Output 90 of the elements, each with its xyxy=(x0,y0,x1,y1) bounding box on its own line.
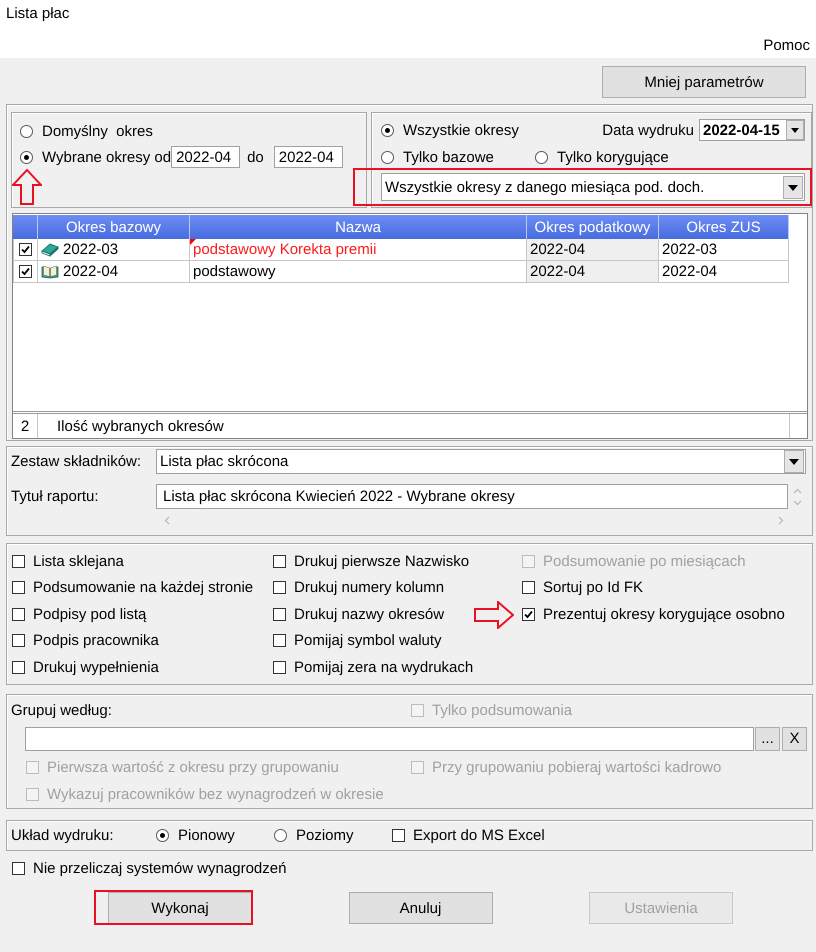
checkbox-label: Podsumowanie na każdej stronie xyxy=(33,579,254,596)
radio-label: Tylko bazowe xyxy=(403,148,494,166)
checkbox-label: Drukuj numery kolumn xyxy=(294,579,444,596)
checkbox-label: Nie przeliczaj systemów wynagrodzeń xyxy=(33,860,286,878)
clear-button[interactable]: X xyxy=(782,726,807,750)
header-corner-cell xyxy=(13,215,38,239)
caret-icon xyxy=(784,450,804,473)
report-title-label: Tytuł raportu: xyxy=(11,488,100,505)
period-to-field[interactable]: 2022-04 xyxy=(274,146,343,168)
checkbox-label: Wykazuj pracowników bez wynagrodzeń w okresie xyxy=(47,786,384,803)
book-icon xyxy=(41,242,59,257)
checkbox-label: Prezentuj okresy korygujące osobno xyxy=(543,606,785,623)
window-title: Lista płac xyxy=(6,5,70,23)
checkbox-label: Lista sklejana xyxy=(33,552,124,570)
checkbox-label: Pomijaj zera na wydrukach xyxy=(294,658,474,676)
column-header[interactable]: Okres podatkowy xyxy=(527,215,659,239)
checkbox-label: Drukuj nazwy okresów xyxy=(294,606,444,623)
checkbox-label: Przy grupowaniu pobieraj wartości kadrowo xyxy=(432,759,722,776)
checkbox-label: Pomijaj symbol waluty xyxy=(294,632,442,650)
checkbox[interactable] xyxy=(273,554,286,568)
checkbox[interactable] xyxy=(273,634,286,648)
table-cell: 2022-04 xyxy=(63,263,118,280)
radio-button[interactable] xyxy=(20,124,33,138)
checkbox[interactable] xyxy=(273,581,286,594)
radio-label: Tylko korygujące xyxy=(557,148,669,166)
checkbox-label: Podsumowanie po miesiącach xyxy=(543,552,746,570)
radio-label: Wszystkie okresy xyxy=(403,122,519,138)
radio-label: Wybrane okresy od xyxy=(42,148,172,166)
caret-icon xyxy=(786,120,804,140)
table-cell: podstawowy Korekta premii xyxy=(193,241,376,258)
radio-label: Poziomy xyxy=(296,826,354,844)
checkbox-label: Sortuj po Id FK xyxy=(543,579,644,596)
radio-button[interactable] xyxy=(381,124,394,136)
table-cell: 2022-04 xyxy=(527,261,659,283)
row-checkbox[interactable] xyxy=(19,243,32,256)
print-layout-label: Układ wydruku: xyxy=(11,826,115,844)
print-date-dropdown[interactable]: 2022-04-15 xyxy=(699,119,805,141)
checkbox[interactable] xyxy=(273,660,286,674)
radio-button[interactable] xyxy=(274,828,287,842)
run-button[interactable]: Wykonaj xyxy=(108,892,252,924)
checkbox[interactable] xyxy=(12,862,25,876)
grouping-field[interactable] xyxy=(25,726,754,750)
table-cell: 2022-04 xyxy=(527,239,659,261)
report-title-field[interactable]: Lista płac skrócona Kwiecień 2022 - Wybrane okresy xyxy=(156,484,788,509)
checkbox[interactable] xyxy=(12,634,25,648)
checkbox[interactable] xyxy=(522,581,535,594)
corner-marker-icon xyxy=(190,239,196,245)
caret-icon xyxy=(783,176,803,198)
range-separator-label: do xyxy=(247,148,264,166)
checkbox-label: Drukuj wypełnienia xyxy=(33,658,159,676)
checkbox[interactable] xyxy=(12,608,25,621)
browse-button[interactable]: ... xyxy=(755,726,780,750)
checkbox[interactable] xyxy=(12,554,25,568)
radio-label: Pionowy xyxy=(178,826,235,844)
table-cell: 2022-03 xyxy=(659,239,789,261)
count-cell: 2 xyxy=(13,414,38,438)
checkbox-label: Podpis pracownika xyxy=(33,632,159,650)
checkbox-label: Pierwsza wartość z okresu przy grupowaniu xyxy=(47,759,339,776)
checkbox-label: Drukuj pierwsze Nazwisko xyxy=(294,552,470,570)
checkbox[interactable] xyxy=(12,581,25,594)
checkbox[interactable] xyxy=(392,828,405,842)
column-header[interactable]: Okres ZUS xyxy=(659,215,789,239)
row-checkbox[interactable] xyxy=(19,265,32,278)
table-cell: 2022-04 xyxy=(659,261,789,283)
fewer-parameters-button[interactable]: Mniej parametrów xyxy=(602,66,806,98)
radio-button[interactable] xyxy=(381,150,394,164)
checkbox[interactable] xyxy=(522,608,535,621)
grouping-label: Grupuj według: xyxy=(11,702,112,720)
checkbox[interactable] xyxy=(12,660,25,674)
checkbox-label: Podpisy pod listą xyxy=(33,606,146,623)
column-header[interactable]: Okres bazowy xyxy=(38,215,190,239)
print-date-label: Data wydruku xyxy=(602,122,694,138)
checkbox-label: Export do MS Excel xyxy=(413,826,545,844)
period-from-field[interactable]: 2022-04 xyxy=(171,146,240,168)
radio-button[interactable] xyxy=(535,150,548,164)
help-menu-item[interactable]: Pomoc xyxy=(763,37,810,55)
table-cell: podstawowy xyxy=(193,263,276,280)
table-cell: 2022-03 xyxy=(63,241,118,258)
checkbox[interactable] xyxy=(273,608,286,621)
open-book-icon xyxy=(41,264,59,279)
radio-button[interactable] xyxy=(156,828,169,842)
column-header[interactable]: Nazwa xyxy=(190,215,527,239)
radio-button[interactable] xyxy=(20,150,33,164)
scope-dropdown[interactable]: Wszystkie okresy z danego miesiąca pod. doch. xyxy=(381,173,805,201)
footer-label: Ilość wybranych okresów xyxy=(38,414,790,438)
radio-label: Domyślny okres xyxy=(42,122,153,140)
cancel-button[interactable]: Anuluj xyxy=(348,892,492,924)
component-set-dropdown[interactable]: Lista płac skrócona xyxy=(156,449,806,474)
component-set-label: Zestaw składników: xyxy=(11,453,142,470)
checkbox-label: Tylko podsumowania xyxy=(432,702,572,720)
